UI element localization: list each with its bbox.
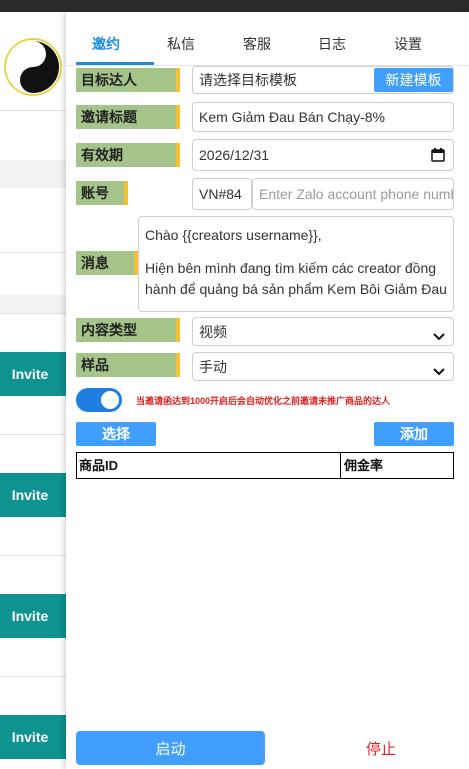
message-line: Chào {{creators username}},	[145, 227, 322, 243]
sample-label: 样品	[76, 353, 180, 377]
background-row	[0, 295, 66, 313]
invite-title-value: Kem Giảm Đau Bán Chạy-8%	[199, 109, 385, 125]
invite-button[interactable]: Invite	[0, 473, 66, 517]
browser-top-bar	[0, 0, 469, 12]
select-button[interactable]: 选择	[76, 422, 156, 446]
invite-button[interactable]: Invite	[0, 715, 66, 759]
tab-bar: 邀约 私信 客服 日志 设置	[66, 12, 469, 66]
target-template-placeholder: 请选择目标模板	[199, 72, 297, 88]
background-divider	[0, 313, 66, 314]
content-type-select[interactable]: 视频	[192, 317, 454, 346]
account-label: 账号	[76, 181, 128, 205]
message-label: 消息	[76, 251, 138, 275]
invite-button[interactable]: Invite	[0, 352, 66, 396]
zalo-phone-input[interactable]: Enter Zalo account phone number	[252, 178, 454, 210]
calendar-icon[interactable]	[431, 148, 445, 165]
background-divider	[0, 252, 66, 253]
background-row	[0, 160, 66, 188]
background-divider	[0, 434, 66, 435]
tab-private-message[interactable]: 私信	[167, 34, 195, 54]
expiry-label: 有效期	[76, 143, 180, 167]
zalo-phone-placeholder: Enter Zalo account phone number	[259, 186, 454, 202]
invitation-panel: 邀约 私信 客服 日志 设置 目标达人 请选择目标模板 新建模板 邀请标题 Ke…	[66, 12, 469, 769]
content-type-label: 内容类型	[76, 318, 180, 342]
tab-log[interactable]: 日志	[318, 34, 346, 54]
add-button[interactable]: 添加	[374, 422, 454, 446]
background-divider	[0, 676, 66, 677]
sample-value: 手动	[199, 358, 227, 375]
invite-button[interactable]: Invite	[0, 594, 66, 638]
content-type-value: 视频	[199, 323, 227, 340]
yin-yang-logo-icon	[4, 38, 62, 96]
chevron-down-icon	[433, 363, 445, 375]
message-textarea[interactable]: Chào {{creators username}}, Hiện bên mìn…	[138, 216, 454, 312]
tab-customer-service[interactable]: 客服	[243, 34, 271, 54]
toggle-knob	[101, 391, 119, 409]
invite-title-label: 邀请标题	[76, 105, 180, 129]
product-table: 商品ID 佣金率	[76, 452, 454, 479]
stop-button[interactable]: 停止	[326, 731, 436, 765]
auto-optimize-hint: 当邀请函达到1000开启后会自动优化之前邀请未推广商品的达人	[136, 396, 391, 406]
start-button[interactable]: 启动	[76, 731, 265, 765]
expiry-date-input[interactable]: 2026/12/31	[192, 139, 454, 171]
tab-invite[interactable]: 邀约	[92, 34, 120, 54]
product-id-header: 商品ID	[79, 458, 119, 473]
message-line: Hiện bên mình đang tìm kiếm các creator …	[145, 260, 447, 297]
auto-optimize-toggle[interactable]	[76, 388, 122, 412]
background-divider	[0, 555, 66, 556]
expiry-date-value: 2026/12/31	[199, 147, 270, 163]
tab-settings[interactable]: 设置	[394, 34, 422, 54]
invite-title-input[interactable]: Kem Giảm Đau Bán Chạy-8%	[192, 102, 454, 132]
sample-select[interactable]: 手动	[192, 352, 454, 381]
new-template-button[interactable]: 新建模板	[374, 68, 453, 92]
commission-rate-header: 佣金率	[344, 458, 384, 473]
background-divider	[0, 110, 66, 111]
chevron-down-icon	[433, 328, 445, 340]
target-label: 目标达人	[76, 68, 180, 92]
country-code-field[interactable]: VN#84	[192, 178, 252, 210]
table-column-divider	[340, 453, 341, 478]
country-code-value: VN#84	[199, 186, 242, 202]
